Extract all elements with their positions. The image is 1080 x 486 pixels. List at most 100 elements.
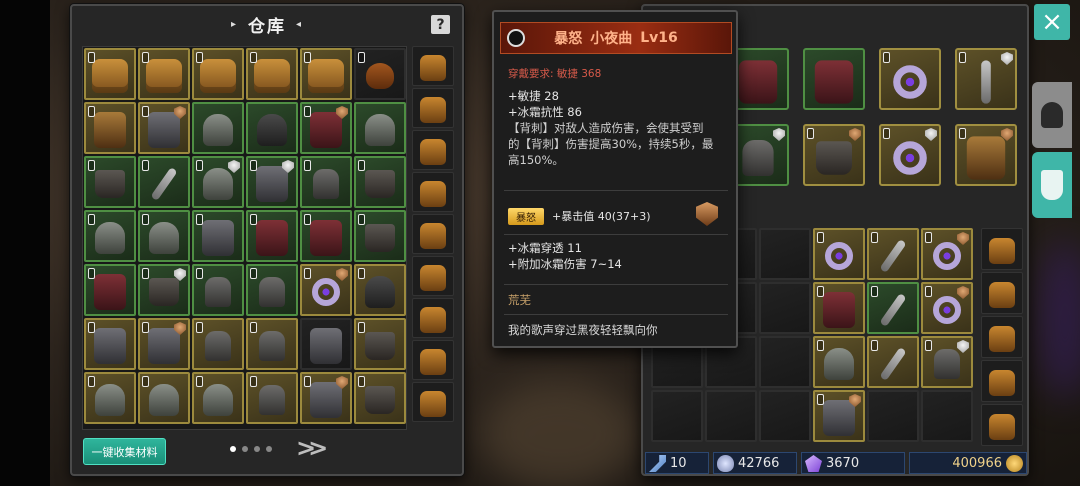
warehouse-slot[interactable] [192, 156, 244, 208]
inventory-slot[interactable] [813, 228, 865, 280]
helm-icon [365, 114, 395, 147]
material-slot[interactable] [412, 88, 454, 128]
inventory-material-slot[interactable] [981, 228, 1023, 270]
warehouse-slot[interactable] [84, 264, 136, 316]
warehouse-slot[interactable] [300, 318, 352, 370]
warehouse-slot[interactable] [138, 264, 190, 316]
inventory-slot[interactable] [921, 336, 973, 388]
inventory-slot[interactable] [759, 390, 811, 442]
blade-icon [879, 239, 907, 274]
next-page-icon[interactable]: >> [296, 434, 328, 462]
collect-materials-button[interactable]: 一键收集材料 [83, 438, 166, 465]
tab-helmet[interactable] [1032, 82, 1072, 148]
material-slot[interactable] [412, 340, 454, 380]
warehouse-slot[interactable] [138, 372, 190, 424]
warehouse-slot[interactable] [192, 210, 244, 262]
equipment-slot[interactable] [879, 48, 941, 110]
warehouse-slot[interactable] [138, 102, 190, 154]
inventory-material-slot[interactable] [981, 272, 1023, 314]
inventory-material-slot[interactable] [981, 404, 1023, 446]
warehouse-slot[interactable] [300, 210, 352, 262]
warehouse-slot[interactable] [84, 210, 136, 262]
warehouse-slot[interactable] [354, 102, 406, 154]
warehouse-slot[interactable] [246, 318, 298, 370]
material-slot[interactable] [412, 382, 454, 422]
lock-icon [304, 268, 311, 279]
page-dot[interactable] [230, 446, 236, 452]
inventory-slot[interactable] [813, 282, 865, 334]
help-icon[interactable]: ? [431, 15, 450, 34]
equipment-slot[interactable] [955, 124, 1017, 186]
inventory-slot[interactable] [813, 390, 865, 442]
warehouse-slot[interactable] [138, 48, 190, 100]
inventory-material-slot[interactable] [981, 316, 1023, 358]
warehouse-slot[interactable] [354, 48, 406, 100]
page-dot[interactable] [254, 446, 260, 452]
material-slot[interactable] [412, 46, 454, 86]
inventory-slot[interactable] [651, 390, 703, 442]
warehouse-slot[interactable] [300, 48, 352, 100]
lock-icon [817, 286, 824, 297]
warehouse-slot[interactable] [246, 156, 298, 208]
inventory-material-slot[interactable] [981, 360, 1023, 402]
warehouse-slot[interactable] [354, 210, 406, 262]
inventory-slot[interactable] [921, 228, 973, 280]
armor-gray-icon [256, 166, 288, 203]
warehouse-slot[interactable] [138, 210, 190, 262]
warehouse-slot[interactable] [192, 48, 244, 100]
inventory-slot[interactable] [759, 228, 811, 280]
warehouse-slot[interactable] [246, 372, 298, 424]
inventory-slot[interactable] [867, 390, 919, 442]
warehouse-slot[interactable] [246, 264, 298, 316]
warehouse-slot[interactable] [138, 156, 190, 208]
inventory-slot[interactable] [759, 282, 811, 334]
warehouse-slot[interactable] [138, 318, 190, 370]
warehouse-slot[interactable] [354, 264, 406, 316]
warehouse-slot[interactable] [84, 48, 136, 100]
material-slot[interactable] [412, 256, 454, 296]
lock-icon [959, 128, 966, 139]
material-slot[interactable] [412, 298, 454, 338]
material-slot[interactable] [412, 214, 454, 254]
warehouse-slot[interactable] [192, 318, 244, 370]
warehouse-slot[interactable] [192, 264, 244, 316]
lock-icon [883, 52, 890, 63]
inventory-slot[interactable] [705, 390, 757, 442]
warehouse-slot[interactable] [84, 318, 136, 370]
warehouse-title: ▸ 仓库 ◂ [231, 12, 303, 37]
warehouse-slot[interactable] [354, 318, 406, 370]
warehouse-slot[interactable] [354, 156, 406, 208]
warehouse-slot[interactable] [84, 102, 136, 154]
warehouse-slot[interactable] [300, 372, 352, 424]
warehouse-slot[interactable] [246, 102, 298, 154]
glove-icon [205, 277, 231, 308]
close-button[interactable]: × [1034, 4, 1070, 40]
warehouse-slot[interactable] [84, 372, 136, 424]
warehouse-slot[interactable] [300, 264, 352, 316]
warehouse-slot[interactable] [246, 48, 298, 100]
warehouse-slot[interactable] [84, 156, 136, 208]
warehouse-slot[interactable] [300, 156, 352, 208]
inventory-slot[interactable] [813, 336, 865, 388]
warehouse-slot[interactable] [192, 102, 244, 154]
page-dot[interactable] [266, 446, 272, 452]
inventory-slot[interactable] [867, 336, 919, 388]
page-dot[interactable] [242, 446, 248, 452]
warehouse-slot[interactable] [300, 102, 352, 154]
material-slot[interactable] [412, 130, 454, 170]
inventory-slot[interactable] [867, 282, 919, 334]
warehouse-slot[interactable] [246, 210, 298, 262]
warehouse-slot[interactable] [354, 372, 406, 424]
equipment-slot[interactable] [803, 124, 865, 186]
inventory-slot[interactable] [921, 282, 973, 334]
warehouse-slot[interactable] [192, 372, 244, 424]
inventory-slot[interactable] [759, 336, 811, 388]
equipment-slot[interactable] [879, 124, 941, 186]
inventory-slot[interactable] [921, 390, 973, 442]
tab-armor[interactable] [1032, 152, 1072, 218]
equipment-slot[interactable] [803, 48, 865, 110]
equipment-slot[interactable] [955, 48, 1017, 110]
material-slot[interactable] [412, 172, 454, 212]
inventory-slot[interactable] [867, 228, 919, 280]
boots-icon [365, 224, 395, 253]
